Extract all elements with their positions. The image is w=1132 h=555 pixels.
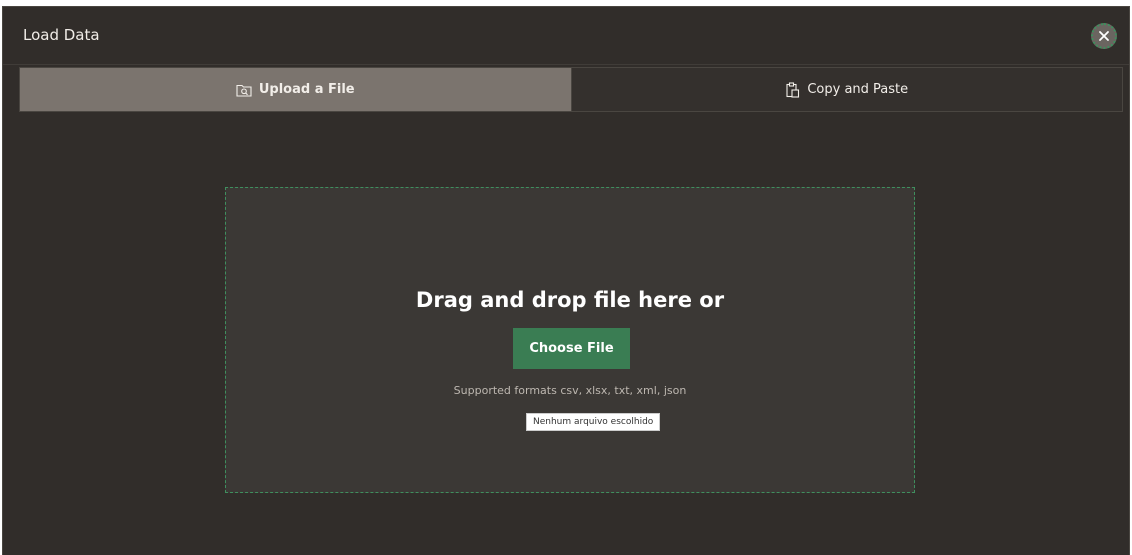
folder-search-icon	[236, 84, 252, 97]
dropzone-heading: Drag and drop file here or	[415, 288, 725, 312]
load-data-dialog: Load Data Upload a File Copy and Paste D…	[2, 6, 1130, 555]
dialog-titlebar: Load Data	[3, 7, 1129, 65]
dialog-title: Load Data	[23, 26, 100, 44]
supported-formats-text: Supported formats csv, xlsx, txt, xml, j…	[453, 384, 687, 397]
close-button[interactable]	[1091, 23, 1117, 49]
tab-upload-file-label: Upload a File	[258, 82, 355, 97]
tab-bar: Upload a File Copy and Paste	[19, 67, 1123, 112]
clipboard-icon	[786, 81, 800, 98]
choose-file-button[interactable]: Choose File	[513, 328, 630, 369]
tab-upload-file[interactable]: Upload a File	[20, 68, 571, 111]
tab-copy-paste[interactable]: Copy and Paste	[570, 68, 1122, 111]
file-status-label: Nenhum arquivo escolhido	[526, 413, 661, 431]
file-dropzone[interactable]: Drag and drop file here or Choose File S…	[225, 187, 915, 493]
close-icon	[1099, 31, 1109, 41]
tab-copy-paste-label: Copy and Paste	[807, 82, 909, 97]
